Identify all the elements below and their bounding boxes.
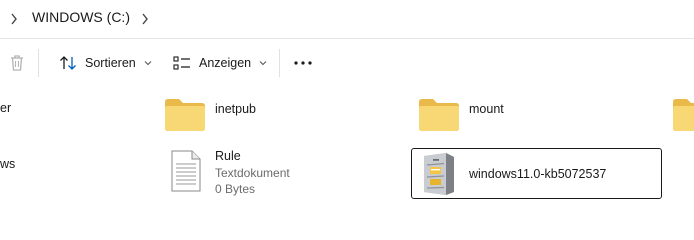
divider [38, 49, 39, 77]
file-item-rule[interactable]: Rule Textdokument 0 Bytes [160, 146, 380, 200]
file-list: er ws inetpub mount Rule Textdokument 0 … [0, 88, 694, 217]
sort-label: Sortieren [85, 56, 136, 70]
command-bar: Sortieren Anzeigen [0, 39, 694, 87]
file-item-windows11-kb5072537[interactable]: windows11.0-kb5072537 [411, 148, 662, 199]
sort-icon [60, 56, 76, 70]
file-name: windows11.0-kb5072537 [469, 167, 607, 181]
view-button[interactable]: Anzeigen [173, 51, 267, 75]
file-name: Rule [215, 149, 241, 163]
folder-item-mount[interactable]: mount [414, 92, 634, 136]
folder-icon[interactable] [672, 98, 694, 132]
chevron-right-icon[interactable] [141, 13, 149, 25]
more-icon [294, 61, 312, 65]
text-document-icon [171, 150, 201, 192]
sort-button[interactable]: Sortieren [59, 51, 152, 75]
breadcrumb-drive-c[interactable]: WINDOWS (C:) [32, 9, 130, 25]
file-size: 0 Bytes [215, 182, 256, 196]
chevron-right-icon[interactable] [10, 13, 18, 25]
filing-cabinet-icon [424, 153, 454, 195]
address-bar: WINDOWS (C:) [0, 0, 694, 39]
folder-icon [419, 99, 459, 131]
folder-icon [165, 99, 205, 131]
folder-item-inetpub[interactable]: inetpub [160, 92, 380, 136]
delete-icon[interactable] [9, 54, 25, 72]
more-options-button[interactable] [292, 51, 314, 75]
file-name-partial[interactable]: ws [0, 157, 15, 171]
chevron-down-icon [144, 61, 152, 66]
file-name-partial[interactable]: er [0, 101, 11, 115]
file-name: mount [469, 102, 504, 116]
file-type: Textdokument [215, 166, 290, 180]
file-name: inetpub [215, 102, 257, 116]
chevron-down-icon [259, 61, 267, 66]
view-icon [173, 56, 190, 70]
view-label: Anzeigen [199, 56, 252, 70]
divider [279, 49, 280, 77]
